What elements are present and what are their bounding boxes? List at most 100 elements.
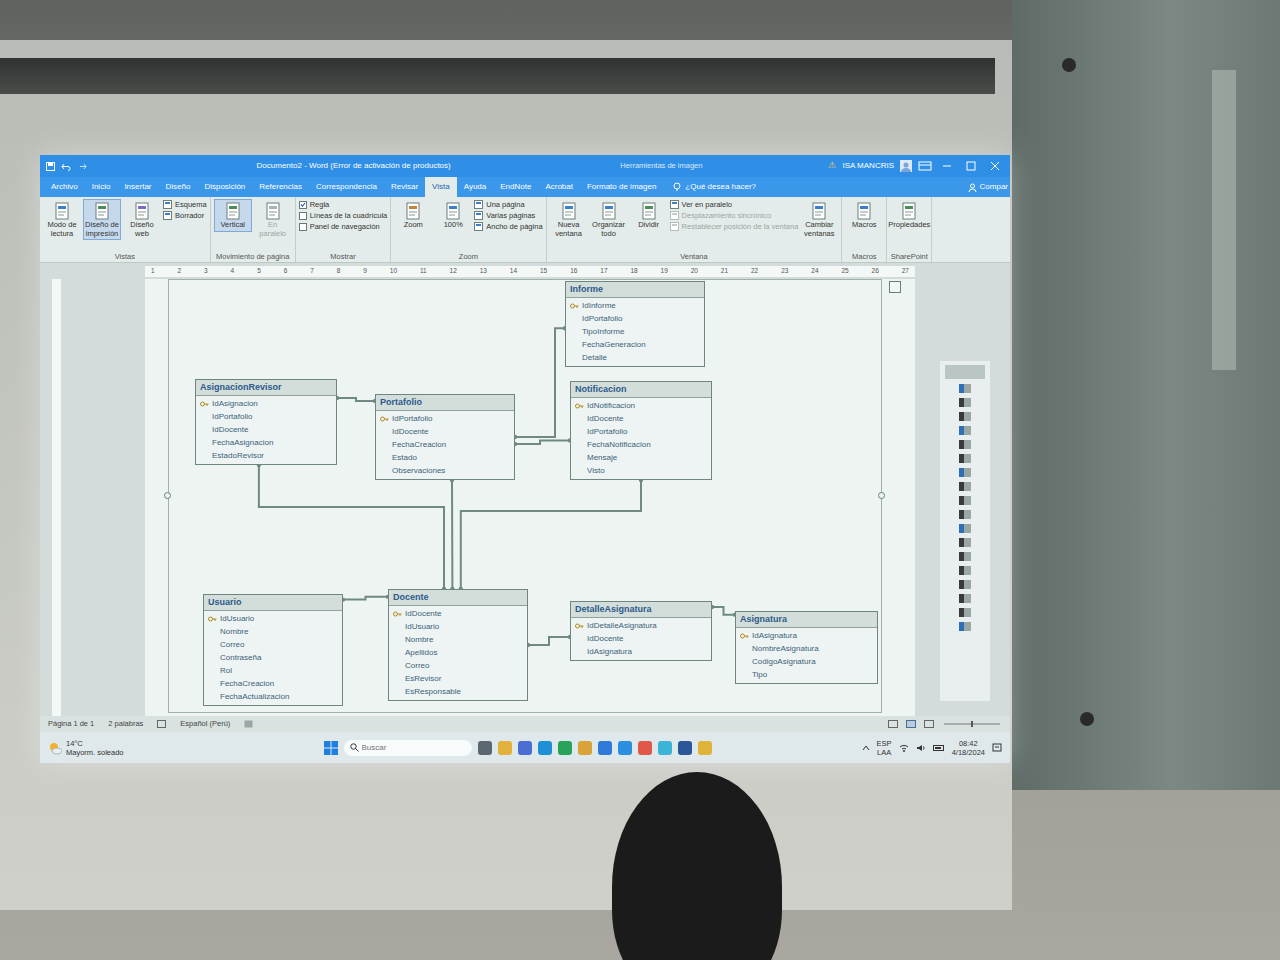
taskbar-app-icon[interactable] bbox=[598, 741, 612, 755]
ribbon-button[interactable]: Diseño de impresión bbox=[83, 199, 121, 240]
taskbar-app-icon[interactable] bbox=[658, 741, 672, 755]
read-mode-icon[interactable] bbox=[888, 720, 898, 728]
panel-item-icon[interactable] bbox=[959, 552, 971, 561]
taskbar-search[interactable] bbox=[344, 740, 472, 756]
ribbon-tab[interactable]: Revisar bbox=[384, 177, 425, 197]
ribbon-tab[interactable]: Formato de imagen bbox=[580, 177, 663, 197]
taskbar-app-icon[interactable] bbox=[498, 741, 512, 755]
ribbon-button[interactable]: Organizar todo bbox=[590, 199, 628, 240]
macro-icon[interactable] bbox=[244, 720, 253, 728]
ribbon-small-button[interactable]: Esquema bbox=[163, 200, 207, 209]
panel-item-icon[interactable] bbox=[959, 580, 971, 589]
ribbon-button[interactable]: Diseño web bbox=[123, 199, 161, 240]
taskbar-app-icon[interactable] bbox=[578, 741, 592, 755]
resize-handle[interactable] bbox=[878, 492, 885, 499]
panel-item-icon[interactable] bbox=[959, 454, 971, 463]
relation-line[interactable] bbox=[515, 440, 570, 443]
ribbon-small-button[interactable]: Borrador bbox=[163, 211, 207, 220]
relation-line[interactable] bbox=[451, 480, 453, 589]
taskbar-app-icon[interactable] bbox=[638, 741, 652, 755]
entity-table[interactable]: DetalleAsignaturaIdDetalleAsignaturaIdDo… bbox=[570, 601, 712, 661]
language[interactable]: Español (Perú) bbox=[180, 718, 230, 729]
proofing-icon[interactable] bbox=[157, 720, 166, 728]
maximize-icon[interactable] bbox=[962, 161, 980, 171]
taskbar-app-icon[interactable] bbox=[698, 741, 712, 755]
layout-options-icon[interactable] bbox=[889, 281, 901, 293]
ribbon-tab[interactable]: Referencias bbox=[252, 177, 309, 197]
ribbon-button[interactable]: Zoom bbox=[394, 199, 432, 232]
checkbox[interactable] bbox=[299, 223, 307, 231]
ribbon-button[interactable]: Modo de lectura bbox=[43, 199, 81, 240]
panel-item-icon[interactable] bbox=[959, 412, 971, 421]
panel-item-icon[interactable] bbox=[959, 594, 971, 603]
entity-table[interactable]: InformeIdInformeIdPortafolioTipoInformeF… bbox=[565, 281, 705, 367]
hidden-icons-icon[interactable] bbox=[862, 744, 870, 752]
battery-icon[interactable] bbox=[933, 744, 945, 752]
checkbox[interactable] bbox=[299, 201, 307, 209]
ribbon-button[interactable]: 100% bbox=[434, 199, 472, 232]
relation-line[interactable] bbox=[337, 398, 375, 401]
entity-table[interactable]: PortafolioIdPortafolioIdDocenteFechaCrea… bbox=[375, 394, 515, 480]
taskbar-app-icon[interactable] bbox=[538, 741, 552, 755]
taskbar-app-icon[interactable] bbox=[518, 741, 532, 755]
entity-table[interactable]: NotificacionIdNotificacionIdDocenteIdPor… bbox=[570, 381, 712, 480]
web-layout-icon[interactable] bbox=[924, 720, 934, 728]
ribbon-tab[interactable]: Vista bbox=[425, 177, 457, 197]
relation-line[interactable] bbox=[528, 637, 570, 645]
save-icon[interactable] bbox=[46, 162, 55, 171]
ribbon-display-icon[interactable] bbox=[918, 161, 932, 171]
ribbon-button[interactable]: Macros bbox=[845, 199, 883, 232]
tell-me-box[interactable]: ¿Qué desea hacer? bbox=[673, 177, 756, 197]
windows-start-icon[interactable] bbox=[324, 741, 338, 755]
ribbon-tab[interactable]: Diseño bbox=[159, 177, 198, 197]
ribbon-checkbox[interactable]: Panel de navegación bbox=[299, 222, 388, 231]
user-name[interactable]: ISA MANCRIS bbox=[842, 160, 894, 172]
relation-line[interactable] bbox=[259, 465, 444, 589]
ribbon-button[interactable]: Cambiar ventanas bbox=[800, 199, 838, 240]
minimize-icon[interactable] bbox=[938, 161, 956, 171]
ribbon-tab[interactable]: Insertar bbox=[117, 177, 158, 197]
ribbon-tab[interactable]: Acrobat bbox=[538, 177, 580, 197]
notification-icon[interactable] bbox=[992, 743, 1002, 753]
taskbar-app-icon[interactable] bbox=[618, 741, 632, 755]
ribbon-tab[interactable]: Disposición bbox=[197, 177, 252, 197]
ribbon-tab[interactable]: Inicio bbox=[85, 177, 118, 197]
close-icon[interactable] bbox=[986, 161, 1004, 171]
panel-item-icon[interactable] bbox=[959, 398, 971, 407]
taskbar-app-icon[interactable] bbox=[558, 741, 572, 755]
ribbon-button[interactable]: Propiedades bbox=[890, 199, 928, 232]
ribbon-small-button[interactable]: Varias páginas bbox=[474, 211, 542, 220]
resize-handle[interactable] bbox=[164, 492, 171, 499]
panel-item-icon[interactable] bbox=[959, 566, 971, 575]
panel-item-icon[interactable] bbox=[959, 384, 971, 393]
redo-icon[interactable] bbox=[77, 162, 87, 171]
ribbon-tab[interactable]: Correspondencia bbox=[309, 177, 384, 197]
relation-line[interactable] bbox=[712, 607, 735, 615]
panel-item-icon[interactable] bbox=[959, 524, 971, 533]
search-input[interactable] bbox=[362, 742, 462, 754]
ribbon-small-button[interactable]: Una página bbox=[474, 200, 542, 209]
page-count[interactable]: Página 1 de 1 bbox=[48, 718, 94, 729]
checkbox[interactable] bbox=[299, 212, 307, 220]
ribbon-tab[interactable]: EndNote bbox=[493, 177, 538, 197]
panel-item-icon[interactable] bbox=[959, 468, 971, 477]
ribbon-small-button[interactable]: Ancho de página bbox=[474, 222, 542, 231]
panel-item-icon[interactable] bbox=[959, 482, 971, 491]
entity-table[interactable]: AsignacionRevisorIdAsignacionIdPortafoli… bbox=[195, 379, 337, 465]
relation-line[interactable] bbox=[515, 328, 565, 437]
avatar-icon[interactable] bbox=[900, 160, 912, 172]
panel-item-icon[interactable] bbox=[959, 426, 971, 435]
print-layout-icon[interactable] bbox=[906, 720, 916, 728]
ribbon-small-button[interactable]: Ver en paralelo bbox=[670, 200, 799, 209]
ribbon-tab[interactable]: Ayuda bbox=[457, 177, 494, 197]
relation-line[interactable] bbox=[461, 480, 641, 589]
ribbon-checkbox[interactable]: Líneas de la cuadrícula bbox=[299, 211, 388, 220]
ribbon-button[interactable]: Nueva ventana bbox=[550, 199, 588, 240]
weather-widget[interactable]: 14°CMayorm. soleado bbox=[48, 739, 124, 757]
taskbar-app-icon[interactable] bbox=[478, 741, 492, 755]
zoom-slider-icon[interactable] bbox=[942, 720, 1002, 728]
panel-item-icon[interactable] bbox=[959, 440, 971, 449]
panel-item-icon[interactable] bbox=[959, 622, 971, 631]
undo-icon[interactable] bbox=[61, 162, 71, 171]
entity-table[interactable]: AsignaturaIdAsignaturaNombreAsignaturaCo… bbox=[735, 611, 878, 684]
